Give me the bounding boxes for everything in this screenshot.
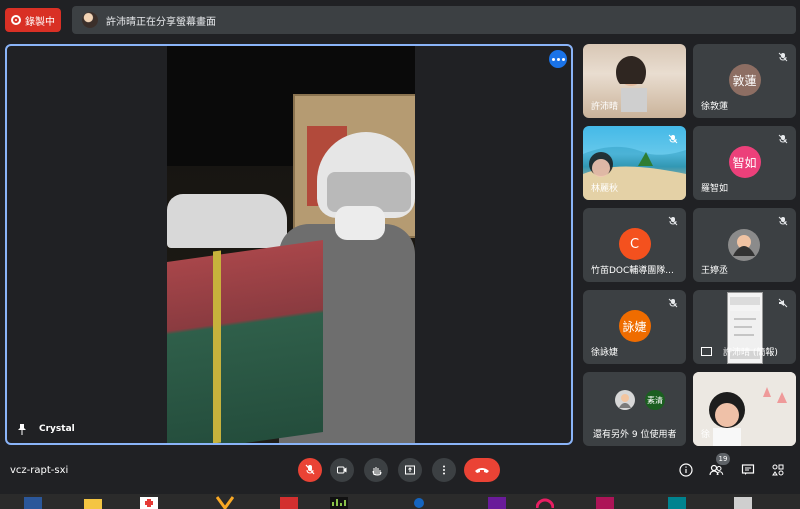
- mic-toggle-button[interactable]: [298, 458, 322, 482]
- people-button[interactable]: [708, 462, 724, 478]
- participant-name: 羅智如: [701, 184, 729, 194]
- participant-name: 許沛晴 (簡報): [723, 348, 778, 358]
- activities-button[interactable]: [770, 462, 786, 478]
- participant-name: 徐: [701, 430, 711, 440]
- avatar-text: 敦蓮: [732, 73, 757, 88]
- present-button[interactable]: [398, 458, 422, 482]
- participant-name: 許沛晴: [591, 102, 619, 112]
- avatar-text: 智如: [732, 155, 757, 170]
- mic-off-icon: [778, 216, 788, 226]
- sharer-avatar: [82, 12, 98, 28]
- share-banner-text: 許沛晴正在分享螢幕畫面: [106, 16, 216, 28]
- info-button[interactable]: [678, 462, 694, 478]
- participant-name: 王婷丞: [701, 266, 729, 276]
- video-box: [167, 240, 323, 443]
- participant-tile[interactable]: 王婷丞: [693, 208, 796, 282]
- record-icon: [11, 15, 21, 25]
- more-vert-icon: [443, 465, 445, 475]
- participant-avatar: 智如: [728, 146, 761, 178]
- more-options-button[interactable]: [432, 458, 456, 482]
- more-participants-tile[interactable]: 素清 還有另外 9 位使用者: [583, 372, 686, 446]
- participant-tile[interactable]: 許沛晴: [583, 44, 686, 118]
- teal-taskbar-icon[interactable]: [668, 496, 686, 509]
- meeting-code: vcz-rapt-sxi: [10, 465, 69, 476]
- participant-tile[interactable]: 詠婕 徐詠婕: [583, 290, 686, 364]
- participant-avatar: C: [618, 228, 651, 260]
- more-icon: [551, 57, 565, 61]
- chart-taskbar-icon[interactable]: [330, 496, 348, 509]
- pin-icon: [17, 423, 27, 435]
- mic-off-icon: [778, 298, 788, 308]
- participant-avatar: 詠婕: [618, 310, 651, 342]
- participant-tile[interactable]: 智如 羅智如: [693, 126, 796, 200]
- stage-speaker-name: Crystal: [39, 424, 75, 434]
- present-screen-icon: [701, 347, 712, 356]
- chat-button[interactable]: [740, 462, 756, 478]
- video-box-stripe: [213, 250, 221, 443]
- activities-icon: [772, 464, 784, 476]
- shared-video: [167, 46, 415, 443]
- people-icon: [709, 464, 724, 476]
- gray-taskbar-icon[interactable]: [734, 496, 752, 509]
- avatar-text: 素清: [647, 395, 663, 405]
- meet-window: 錄製中 許沛晴正在分享螢幕畫面 Crystal 許沛晴 敦蓮 徐敦蓮 林麗秋 智…: [0, 0, 800, 509]
- video-car: [167, 194, 287, 248]
- mic-off-icon: [668, 298, 678, 308]
- participant-avatar: 素清: [645, 390, 665, 410]
- folder-taskbar-icon[interactable]: [84, 496, 102, 509]
- mic-off-icon: [778, 52, 788, 62]
- participant-tile[interactable]: C 竹苗DOC輔導團隊...: [583, 208, 686, 282]
- mic-off-icon: [778, 134, 788, 144]
- participant-tile[interactable]: 林麗秋: [583, 126, 686, 200]
- participant-photo: [615, 390, 635, 410]
- main-stage[interactable]: Crystal: [5, 44, 573, 445]
- participant-tile[interactable]: 徐: [693, 372, 796, 446]
- share-banner: 許沛晴正在分享螢幕畫面: [72, 6, 796, 34]
- eye-taskbar-icon[interactable]: [410, 496, 428, 509]
- mic-off-icon: [668, 216, 678, 226]
- recording-label: 錄製中: [25, 16, 55, 28]
- presentation-tile[interactable]: 許沛晴 (簡報): [693, 290, 796, 364]
- raise-hand-button[interactable]: [364, 458, 388, 482]
- present-icon: [405, 465, 415, 475]
- pink-taskbar-icon[interactable]: [596, 496, 614, 509]
- avatar-text: 詠婕: [622, 319, 647, 334]
- rainbow-taskbar-icon[interactable]: [536, 496, 554, 509]
- camera-icon: [337, 466, 347, 474]
- participant-name: 徐詠婕: [591, 348, 619, 358]
- stage-speaker-label: Crystal: [17, 423, 75, 435]
- video-mask: [335, 206, 385, 240]
- avatar-text: C: [629, 236, 640, 252]
- word-taskbar-icon[interactable]: [24, 496, 42, 509]
- medical-taskbar-icon[interactable]: [140, 496, 158, 509]
- red-taskbar-icon[interactable]: [280, 496, 298, 509]
- purple-taskbar-icon[interactable]: [488, 496, 506, 509]
- participant-avatar: 敦蓮: [728, 64, 761, 96]
- participant-name: 徐敦蓮: [701, 102, 729, 112]
- recording-badge: 錄製中: [5, 8, 61, 32]
- leave-call-button[interactable]: [464, 458, 500, 482]
- more-participants-label: 還有另外 9 位使用者: [593, 430, 677, 440]
- mic-off-icon: [305, 464, 315, 475]
- v-taskbar-icon[interactable]: [216, 496, 234, 509]
- hand-icon: [372, 467, 382, 476]
- chat-icon: [741, 464, 755, 475]
- stage-more-button[interactable]: [549, 50, 567, 68]
- info-icon: [679, 463, 693, 477]
- camera-toggle-button[interactable]: [330, 458, 354, 482]
- participant-name: 林麗秋: [591, 184, 619, 194]
- participant-name: 竹苗DOC輔導團隊...: [591, 266, 674, 276]
- participant-photo: [728, 229, 760, 261]
- hangup-icon: [475, 468, 489, 473]
- participant-tile[interactable]: 敦蓮 徐敦蓮: [693, 44, 796, 118]
